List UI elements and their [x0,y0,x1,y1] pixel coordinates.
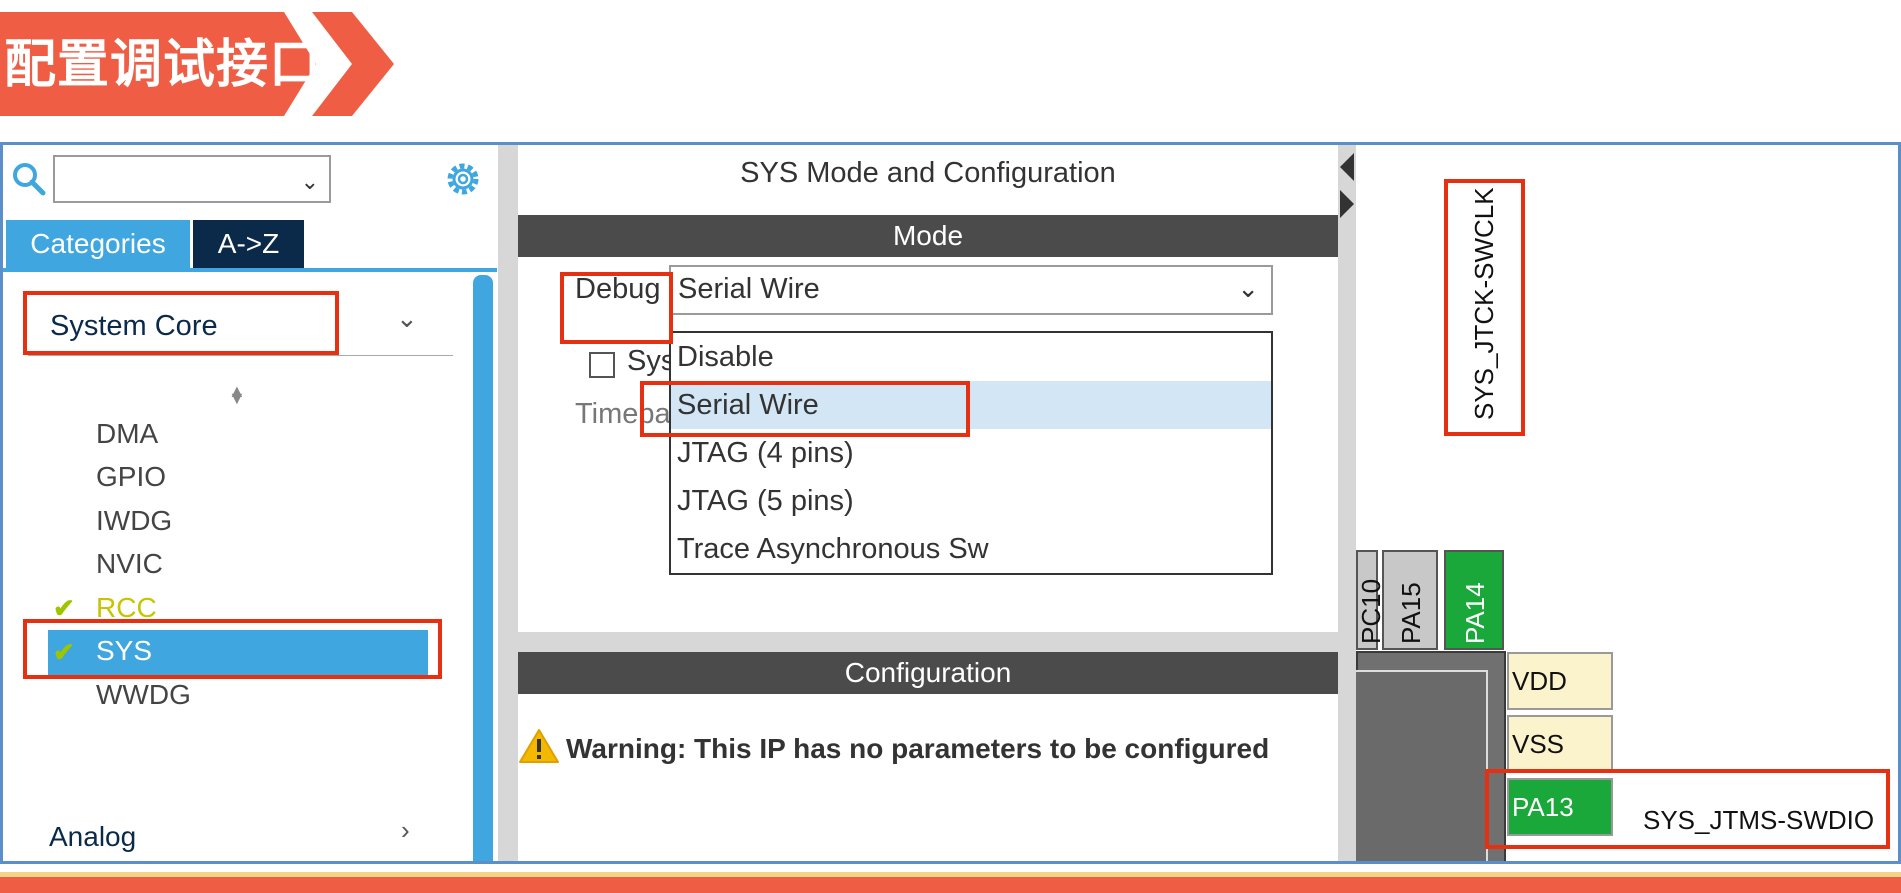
chevron-down-icon[interactable]: ⌄ [301,169,319,195]
sys-checkbox[interactable] [589,352,615,378]
highlight-serial-wire [640,381,970,437]
debug-select[interactable]: Serial Wire ⌄ [669,265,1273,315]
configuration-header: Configuration [518,652,1338,694]
category-analog[interactable]: Analog [49,821,136,853]
section-gap [518,632,1338,652]
chevron-down-icon[interactable]: ⌄ [1237,273,1259,304]
swclk-signal-label: SYS_JTCK-SWCLK [1469,187,1499,420]
option-trace-async[interactable]: Trace Asynchronous Sw [671,525,1271,573]
search-icon[interactable] [11,161,47,197]
pin-pa14[interactable]: PA14 [1444,550,1504,650]
panel-divider[interactable] [1338,145,1356,861]
sort-icon[interactable]: ▲ ▼ [228,381,246,423]
pin-vdd[interactable]: VDD [1507,652,1613,710]
chevron-down-icon[interactable]: ⌄ [396,303,418,334]
warning-message: Warning: This IP has no parameters to be… [566,733,1270,764]
tab-a-to-z[interactable]: A->Z [193,220,304,268]
tab-categories[interactable]: Categories [6,220,190,268]
list-item-iwdg[interactable]: IWDG [96,505,172,537]
highlight-debug-label [560,272,673,344]
pin-vss[interactable]: VSS [1507,715,1613,773]
list-item-wwdg[interactable]: WWDG [96,679,191,711]
collapse-left-icon[interactable] [1340,153,1354,181]
tab-underline [3,268,497,272]
list-item-gpio[interactable]: GPIO [96,461,166,493]
panel-divider[interactable] [498,145,518,861]
list-item-nvic[interactable]: NVIC [96,548,163,580]
highlight-system-core [23,291,339,355]
option-disable[interactable]: Disable [671,333,1271,381]
scrollbar[interactable] [473,275,493,861]
category-divider [28,355,453,356]
debug-dropdown-list: Disable Serial Wire JTAG (4 pins) JTAG (… [669,331,1273,575]
gear-icon[interactable] [443,159,483,199]
mcu-chip-core [1356,670,1488,861]
mode-config-title: SYS Mode and Configuration [740,157,1116,189]
pin-pc10[interactable]: PC10 [1356,550,1386,650]
cubemx-window: ⌄ Categories A->Z System Core ⌄ ▲ ▼ DMA G… [0,142,1901,864]
mode-header: Mode [518,215,1338,257]
pin-pa15-label: PA15 [1396,582,1426,644]
bottom-stripe [0,877,1901,893]
page-title: 配置调试接口 [4,35,323,95]
pin-pa15[interactable]: PA15 [1382,550,1438,650]
pin-pa14-label: PA14 [1460,582,1490,644]
warning-icon [519,729,559,763]
expand-right-icon[interactable] [1340,190,1354,218]
list-item-dma[interactable]: DMA [96,418,158,450]
highlight-sys [23,619,442,679]
option-jtag-5[interactable]: JTAG (5 pins) [671,477,1271,525]
search-input[interactable]: ⌄ [53,155,331,203]
chevron-right-icon[interactable]: › [401,815,410,846]
debug-select-value: Serial Wire [678,273,820,305]
highlight-swdio [1485,769,1890,849]
